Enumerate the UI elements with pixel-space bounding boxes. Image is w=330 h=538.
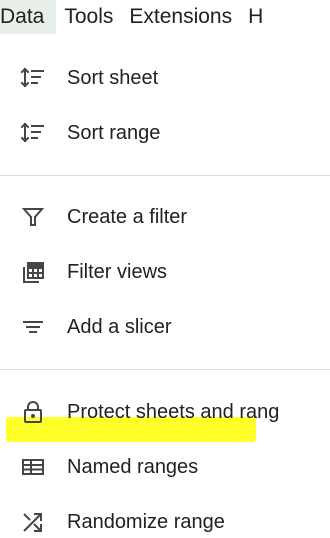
menu-item-label: Sort range bbox=[67, 122, 161, 144]
menu-item-randomize-range[interactable]: Randomize range bbox=[0, 500, 330, 538]
shuffle-icon bbox=[20, 509, 46, 535]
menu-divider bbox=[0, 369, 330, 370]
sheets-data-menu-screenshot: Data Tools Extensions H Sort sheet Sort … bbox=[0, 0, 330, 538]
menu-item-label: Randomize range bbox=[67, 511, 225, 533]
slicer-icon bbox=[20, 314, 46, 340]
menu-item-create-filter[interactable]: Create a filter bbox=[0, 195, 330, 239]
menu-item-label: Add a slicer bbox=[67, 316, 172, 338]
filter-icon bbox=[20, 204, 46, 230]
data-dropdown-menu: Sort sheet Sort range Create a filter Fi… bbox=[0, 34, 330, 538]
menubar-help[interactable]: H bbox=[240, 0, 271, 34]
menu-bar: Data Tools Extensions H bbox=[0, 0, 330, 34]
menu-item-sort-sheet[interactable]: Sort sheet bbox=[0, 56, 330, 100]
sort-icon bbox=[20, 120, 46, 146]
menu-item-label: Protect sheets and rang bbox=[67, 401, 280, 423]
menu-divider bbox=[0, 175, 330, 176]
lock-icon bbox=[20, 399, 46, 425]
menubar-extensions[interactable]: Extensions bbox=[121, 0, 240, 34]
menu-item-label: Create a filter bbox=[67, 206, 188, 228]
menu-item-label: Filter views bbox=[67, 261, 168, 283]
menu-item-protect-sheets[interactable]: Protect sheets and rang bbox=[0, 390, 330, 434]
filter-views-icon bbox=[20, 259, 46, 285]
menubar-tools[interactable]: Tools bbox=[56, 0, 121, 34]
sort-icon bbox=[20, 65, 46, 91]
menu-item-label: Sort sheet bbox=[67, 67, 159, 89]
named-ranges-icon bbox=[20, 454, 46, 480]
menu-item-add-slicer[interactable]: Add a slicer bbox=[0, 305, 330, 349]
menu-item-named-ranges[interactable]: Named ranges bbox=[0, 445, 330, 489]
menubar-data[interactable]: Data bbox=[0, 0, 57, 34]
menu-item-label: Named ranges bbox=[67, 456, 199, 478]
menu-item-sort-range[interactable]: Sort range bbox=[0, 111, 330, 155]
menu-item-filter-views[interactable]: Filter views bbox=[0, 250, 330, 294]
